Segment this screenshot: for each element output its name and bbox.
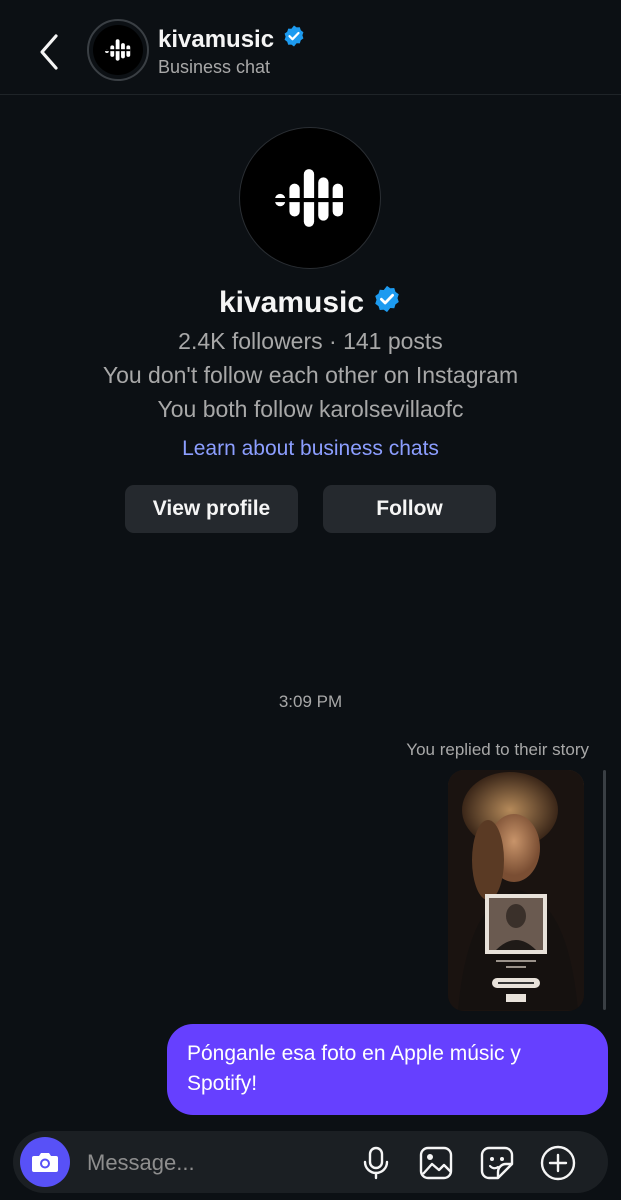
header-avatar[interactable] [87,19,149,81]
back-arrow-icon[interactable] [30,30,70,74]
camera-icon [32,1153,58,1172]
microphone-icon[interactable] [358,1145,394,1181]
view-profile-button[interactable]: View profile [125,485,298,533]
header-title[interactable]: kivamusic [158,24,306,55]
sticker-icon[interactable] [479,1145,515,1181]
gallery-icon[interactable] [418,1145,454,1181]
follow-button[interactable]: Follow [323,485,496,533]
message-text: Pónganle esa foto en Apple músic y Spoti… [187,1042,521,1095]
header-username: kivamusic [158,25,275,53]
profile-username: kivamusic [218,286,365,319]
story-reply-thumbnail[interactable] [448,770,584,1011]
chat-header: kivamusic Business chat [0,0,621,95]
verified-badge-icon [372,284,402,322]
header-subtitle: Business chat [158,57,271,77]
verified-badge-icon [282,24,306,55]
scrollbar[interactable] [603,770,606,1010]
learn-business-chats-link[interactable]: Learn about business chats [0,437,621,461]
message-timestamp: 3:09 PM [278,692,343,711]
kiva-logo-icon [275,169,345,227]
profile-avatar[interactable] [239,127,381,269]
story-image [448,770,584,1011]
learn-link-text[interactable]: Learn about business chats [182,437,439,460]
add-icon[interactable] [540,1145,576,1181]
message-composer [13,1131,608,1193]
message-input[interactable] [85,1143,339,1183]
kiva-logo-icon [93,25,143,75]
profile-name-row: kivamusic [0,284,621,322]
sent-message-bubble[interactable]: Pónganle esa foto en Apple músic y Spoti… [167,1024,608,1115]
follow-status-text: You don't follow each other on Instagram [102,362,519,388]
story-reply-label: You replied to their story [406,740,589,759]
camera-button[interactable] [20,1137,70,1187]
profile-stats: 2.4K followers · 141 posts [178,328,443,354]
mutual-follow-text: You both follow karolsevillaofc [157,396,464,422]
